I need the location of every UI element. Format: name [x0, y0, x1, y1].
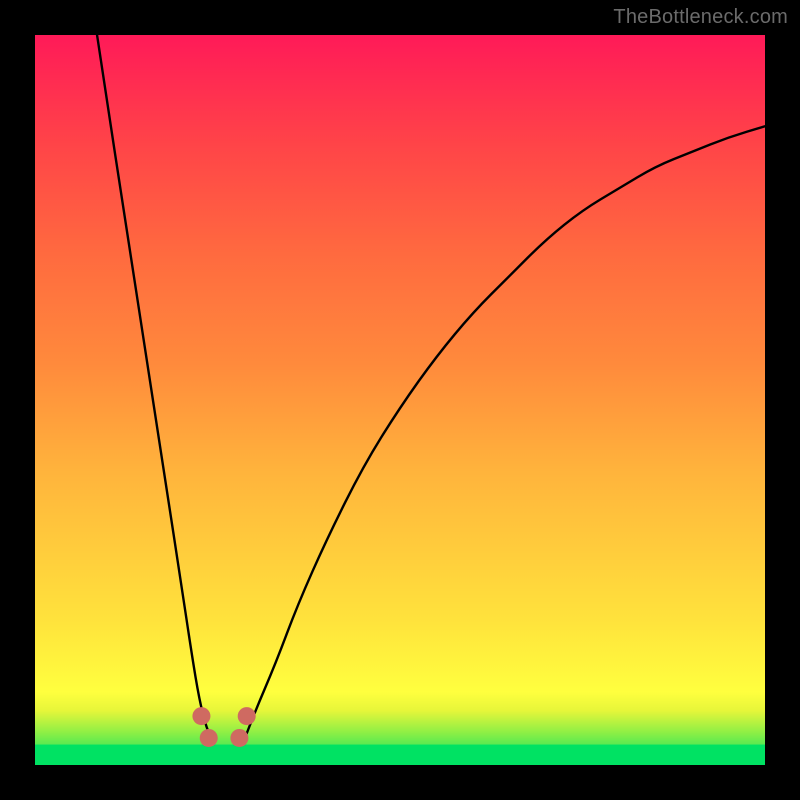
plot-area [35, 35, 765, 765]
chart-svg [35, 35, 765, 765]
bottom-green-band [35, 745, 765, 765]
dip-marker [200, 729, 218, 747]
watermark-text: TheBottleneck.com [613, 6, 788, 29]
outer-frame: TheBottleneck.com [0, 0, 800, 800]
dip-marker [192, 707, 210, 725]
gradient-background [35, 35, 765, 765]
dip-marker [238, 707, 256, 725]
dip-marker [230, 729, 248, 747]
